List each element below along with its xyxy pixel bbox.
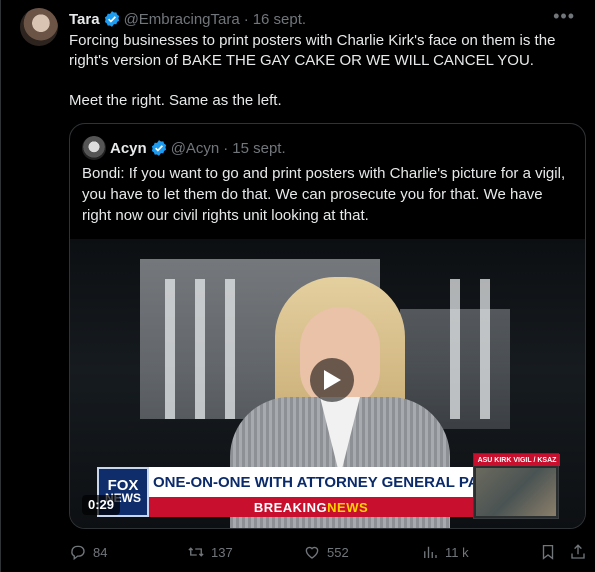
- video-column: [165, 279, 175, 419]
- share-button[interactable]: [569, 540, 593, 564]
- author-name[interactable]: Tara: [69, 11, 100, 28]
- side-feed-label: ASU KIRK VIGIL / KSAZ: [474, 454, 560, 466]
- video-duration: 0:29: [82, 495, 121, 515]
- video-column: [450, 279, 460, 419]
- video-column: [480, 279, 490, 419]
- chyron-breaking: BREAKING NEWS: [149, 497, 473, 517]
- reply-count: 84: [93, 544, 108, 560]
- heart-icon: [305, 546, 319, 559]
- views-count: 11 k: [445, 544, 469, 560]
- bookmark-button[interactable]: [539, 540, 563, 564]
- repost-count: 137: [211, 544, 233, 560]
- play-icon: [324, 370, 341, 390]
- tweet-text-line1: Forcing businesses to print posters with…: [69, 32, 556, 69]
- tweet-body: Forcing businesses to print posters with…: [69, 31, 579, 111]
- chyron-breaking-b: NEWS: [327, 499, 369, 515]
- quoted-text: Bondi: If you want to go and print poste…: [82, 165, 566, 224]
- chyron-breaking-a: BREAKING: [253, 499, 328, 515]
- side-feed-image: [476, 468, 556, 516]
- more-options-icon[interactable]: •••: [553, 7, 575, 25]
- tweet[interactable]: Tara @EmbracingTara · 16 sept. ••• Forci…: [0, 0, 595, 572]
- quoted-avatar: [82, 136, 106, 160]
- reply-button[interactable]: 84: [69, 540, 107, 564]
- reply-icon: [71, 545, 85, 561]
- video-player[interactable]: FOX NEWS ONE-ON-ONE WITH ATTORNEY GENERA…: [70, 239, 585, 528]
- tweet-header: Tara @EmbracingTara · 16 sept. •••: [69, 7, 575, 29]
- video-column: [195, 279, 205, 419]
- quoted-tweet[interactable]: Acyn @Acyn · 15 sept. Bondi: If you want…: [69, 123, 586, 529]
- like-count: 552: [327, 544, 349, 560]
- separator-dot: ·: [243, 10, 249, 28]
- news-chyron: FOX NEWS ONE-ON-ONE WITH ATTORNEY GENERA…: [97, 467, 544, 519]
- quoted-date: 15 sept.: [232, 139, 286, 157]
- tweet-date[interactable]: 16 sept.: [253, 11, 306, 28]
- action-bar: 84 137 552 11 k: [69, 540, 586, 564]
- tweet-text-line2: Meet the right. Same as the left.: [69, 92, 282, 109]
- quoted-verified-badge-icon: [151, 140, 166, 156]
- quoted-handle: @Acyn: [170, 139, 220, 157]
- analytics-icon: [424, 546, 437, 558]
- quoted-header: Acyn @Acyn · 15 sept.: [82, 136, 286, 160]
- author-avatar[interactable]: [20, 8, 58, 46]
- quoted-separator-dot: ·: [223, 139, 229, 157]
- author-handle[interactable]: @EmbracingTara: [124, 11, 240, 28]
- repost-button[interactable]: 137: [187, 540, 233, 564]
- verified-badge-icon: [104, 11, 119, 27]
- quoted-author-name: Acyn: [110, 139, 147, 157]
- views-button[interactable]: 11 k: [421, 540, 469, 564]
- chyron-headline: ONE-ON-ONE WITH ATTORNEY GENERAL PAM BON…: [149, 467, 544, 497]
- share-icon: [571, 544, 585, 559]
- side-feed-box: ASU KIRK VIGIL / KSAZ: [473, 453, 560, 519]
- bookmark-icon: [542, 544, 554, 560]
- play-button[interactable]: [310, 358, 354, 402]
- repost-icon: [188, 547, 204, 557]
- like-button[interactable]: 552: [303, 540, 349, 564]
